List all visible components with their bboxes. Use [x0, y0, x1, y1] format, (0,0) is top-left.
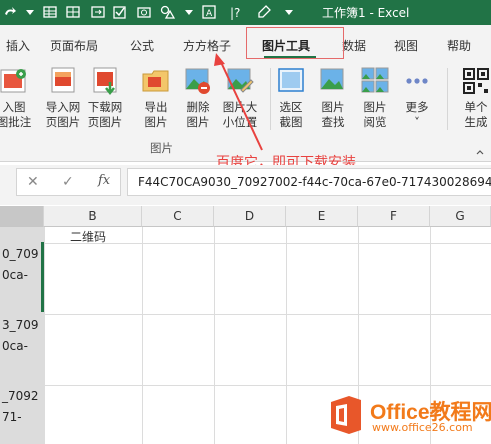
office-logo-icon [327, 394, 365, 436]
cell-a2-line1: 0_709 [2, 247, 39, 261]
confirm-icon[interactable]: ✓ [62, 174, 74, 190]
cell-a3-line1: 3_709 [2, 318, 39, 332]
cell-a4-line2: 71- [2, 410, 22, 424]
formula-value: F44C70CA9030_70927002-f44c-70ca-67e0-717… [138, 175, 491, 189]
column-header-a[interactable] [0, 206, 44, 227]
column-header-f[interactable]: F [358, 206, 430, 227]
cell-b1[interactable]: 二维码 [70, 228, 106, 245]
cell-a4-line1: _7092 [2, 389, 39, 403]
insert-function-button[interactable]: fx [98, 173, 110, 188]
column-header-c[interactable]: C [142, 206, 214, 227]
cell-a3-line2: 0ca- [2, 339, 28, 353]
selected-cell-border [41, 242, 44, 312]
column-header-g[interactable]: G [430, 206, 491, 227]
column-header-d[interactable]: D [214, 206, 286, 227]
watermark-url: www.office26.com [372, 421, 473, 434]
cell-a2-line2: 0ca- [2, 268, 28, 282]
column-header-b[interactable]: B [44, 206, 142, 227]
cancel-icon[interactable]: ✕ [27, 174, 39, 190]
column-header-e[interactable]: E [286, 206, 358, 227]
